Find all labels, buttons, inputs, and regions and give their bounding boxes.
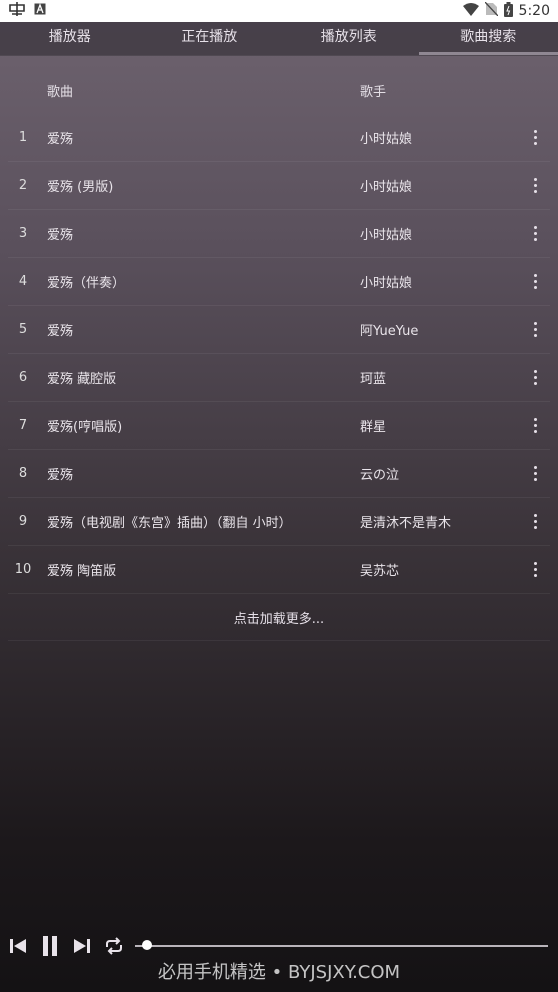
song-title: 爱殇 陶笛版 [47,564,117,579]
row-number: 4 [18,274,28,289]
tab-song-search[interactable]: 歌曲搜索 [418,22,558,55]
watermark-text: 必用手机精选 • BYJSJXY.COM [157,962,401,983]
table-row[interactable]: 6 爱殇 藏腔版 珂蓝 [8,354,550,402]
artist-name: 小时姑娘 [360,132,413,147]
more-options-icon[interactable] [520,274,550,289]
row-number: 2 [18,178,28,193]
artist-name: 小时姑娘 [360,228,413,243]
artist-name: 小时姑娘 [360,276,413,291]
status-time: 5:20 [518,3,550,19]
table-row[interactable]: 10 爱殇 陶笛版 吴苏芯 [8,546,550,594]
table-row[interactable]: 7 爱殇(哼唱版) 群星 [8,402,550,450]
song-title: 爱殇 [47,132,74,147]
table-header: 歌曲 歌手 [0,67,558,114]
more-options-icon[interactable] [520,322,550,337]
song-title: 爱殇 [47,228,74,243]
load-more-button[interactable]: 点击加载更多... [8,594,550,641]
row-number: 3 [18,226,28,241]
song-title: 爱殇（电视剧《东宫》插曲）（翻自 小时） [47,516,292,531]
header-song: 歌曲 [47,85,74,100]
song-title: 爱殇 (男版) [47,180,114,195]
next-icon[interactable] [68,932,96,960]
song-title: 爱殇 [47,468,74,483]
wifi-icon [462,2,479,20]
tab-playlist[interactable]: 播放列表 [279,22,419,55]
artist-name: 云の泣 [360,468,400,483]
more-options-icon[interactable] [520,466,550,481]
song-title: 爱殇 [47,324,74,339]
artist-name: 珂蓝 [360,372,387,387]
tab-bar: 播放器 正在播放 播放列表 歌曲搜索 [0,22,558,56]
song-title: 爱殇（伴奏） [47,276,126,291]
table-row[interactable]: 3 爱殇 小时姑娘 [8,210,550,258]
row-number: 5 [18,322,28,337]
song-list: 歌曲 歌手 1 爱殇 小时姑娘 2 爱殇 (男版) 小时姑娘 3 爱殇 小时姑娘… [0,67,558,641]
table-row[interactable]: 9 爱殇（电视剧《东宫》插曲）（翻自 小时） 是清沐不是青木 [8,498,550,546]
song-title: 爱殇(哼唱版) [47,420,123,435]
more-options-icon[interactable] [520,562,550,577]
more-options-icon[interactable] [520,370,550,385]
table-row[interactable]: 4 爱殇（伴奏） 小时姑娘 [8,258,550,306]
row-number: 9 [18,514,28,529]
more-options-icon[interactable] [520,418,550,433]
table-row[interactable]: 8 爱殇 云の泣 [8,450,550,498]
artist-name: 阿YueYue [360,324,419,339]
status-bar: 5:20 [0,0,558,22]
row-number: 7 [18,418,28,433]
more-options-icon[interactable] [520,130,550,145]
artist-name: 吴苏芯 [360,564,400,579]
row-number: 6 [18,370,28,385]
progress-knob[interactable] [142,940,152,950]
app-icon [8,1,26,21]
row-number: 10 [14,562,32,577]
header-artist: 歌手 [360,85,387,100]
song-title: 爱殇 藏腔版 [47,372,117,387]
previous-icon[interactable] [4,932,32,960]
a-icon [34,3,46,19]
artist-name: 是清沐不是青木 [360,516,452,531]
table-row[interactable]: 1 爱殇 小时姑娘 [8,114,550,162]
more-options-icon[interactable] [520,178,550,193]
repeat-icon[interactable] [100,932,128,960]
more-options-icon[interactable] [520,226,550,241]
table-row[interactable]: 5 爱殇 阿YueYue [8,306,550,354]
row-number: 8 [18,466,28,481]
row-number: 1 [18,130,28,145]
artist-name: 群星 [360,420,387,435]
progress-track[interactable] [135,945,548,947]
battery-icon [503,1,513,21]
more-options-icon[interactable] [520,514,550,529]
table-row[interactable]: 2 爱殇 (男版) 小时姑娘 [8,162,550,210]
artist-name: 小时姑娘 [360,180,413,195]
tab-now-playing[interactable]: 正在播放 [140,22,280,55]
tab-player[interactable]: 播放器 [0,22,140,55]
no-sim-icon [484,1,499,20]
pause-icon[interactable] [36,932,64,960]
